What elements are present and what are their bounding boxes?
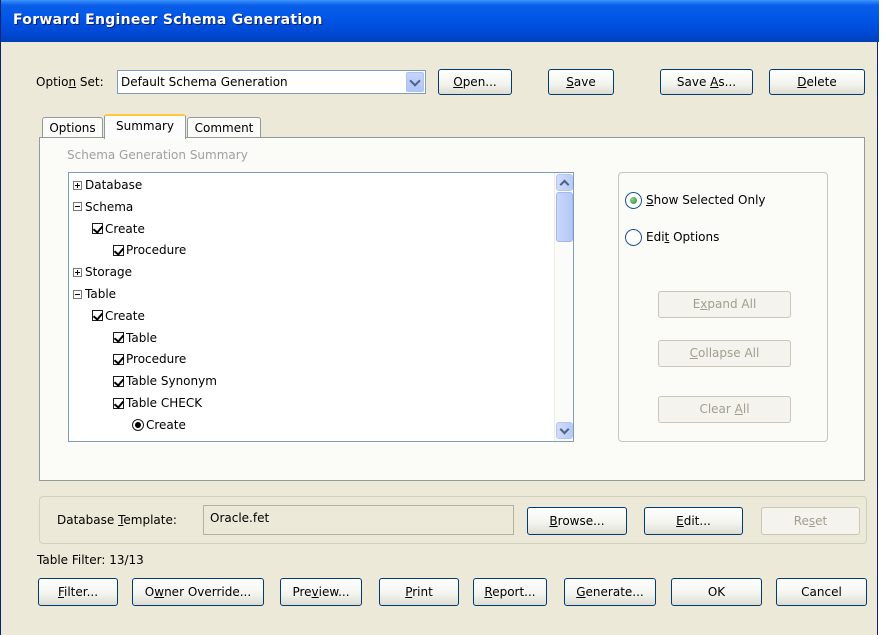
checkbox-checked-icon[interactable] [113, 397, 124, 409]
scroll-thumb[interactable] [556, 192, 573, 242]
tree-node[interactable]: Create [132, 415, 186, 435]
expand-plus-icon[interactable] [73, 180, 82, 190]
edit-template-button[interactable]: Edit... [644, 507, 743, 535]
open-button[interactable]: Open... [438, 69, 512, 95]
show-selected-only-label[interactable]: Show Selected Only [646, 193, 766, 207]
preview-button[interactable]: Preview... [280, 578, 362, 606]
database-template-field[interactable]: Oracle.fet [203, 505, 514, 535]
report-button[interactable]: Report... [473, 578, 547, 606]
tree-node-label: Create [105, 308, 145, 323]
table-filter-status: Table Filter: 13/13 [37, 553, 144, 567]
tree-node[interactable]: Storage [73, 262, 132, 282]
checkbox-checked-icon[interactable] [92, 310, 103, 322]
collapse-minus-icon[interactable] [73, 202, 82, 212]
radio-selected-icon[interactable] [132, 418, 144, 431]
tree-node[interactable]: Table [73, 284, 116, 304]
tree-node[interactable]: Create [92, 219, 145, 239]
title-bar[interactable]: Forward Engineer Schema Generation [1, 0, 879, 42]
browse-button[interactable]: Browse... [527, 507, 627, 535]
expand-all-button[interactable]: Expand All [658, 291, 791, 318]
owner-override-button[interactable]: Owner Override... [132, 578, 264, 606]
checkbox-checked-icon[interactable] [92, 223, 103, 235]
tree-node-label: Storage [85, 265, 132, 280]
tree-node-label: Schema [85, 199, 134, 214]
chevron-down-icon [559, 424, 570, 435]
tab-comment[interactable]: Comment [187, 117, 261, 139]
filter-button[interactable]: Filter... [38, 578, 118, 606]
tree-node[interactable]: Create [92, 306, 145, 326]
generate-button[interactable]: Generate... [564, 578, 656, 606]
tree-node-label: Create [146, 417, 186, 432]
checkbox-checked-icon[interactable] [113, 244, 124, 256]
summary-tree[interactable]: Database Schema Create Procedure Storage Tabl… [68, 172, 574, 442]
database-template-label: Database Template: [57, 513, 177, 527]
tree-node-label: Table [126, 330, 158, 345]
tree-node-label: Create [105, 221, 145, 236]
cancel-button[interactable]: Cancel [776, 578, 867, 606]
tree-node-label: Procedure [126, 352, 187, 367]
tree-node-label: Database [85, 178, 143, 192]
tree-node-label: Table Synonym [126, 374, 217, 389]
delete-button[interactable]: Delete [769, 69, 865, 95]
tree-node[interactable]: Procedure [113, 349, 186, 369]
collapse-all-button[interactable]: Collapse All [658, 340, 791, 367]
option-set-label: Option Set: [36, 75, 104, 89]
tree-node[interactable]: Procedure [113, 240, 186, 260]
database-template-value: Oracle.fet [210, 511, 270, 525]
scroll-up-button[interactable] [556, 174, 573, 191]
expand-plus-icon[interactable] [73, 267, 82, 277]
vertical-scrollbar[interactable] [554, 173, 573, 441]
option-set-dropdown[interactable]: Default Schema Generation [117, 70, 426, 94]
print-button[interactable]: Print [379, 578, 459, 606]
tree-node[interactable]: Schema [73, 197, 133, 217]
scroll-down-button[interactable] [556, 422, 573, 439]
tree-node[interactable]: Table [113, 328, 157, 348]
save-as-button[interactable]: Save As... [660, 69, 753, 95]
edit-options-radio[interactable] [625, 229, 642, 246]
tab-options[interactable]: Options [42, 117, 103, 139]
clear-all-button[interactable]: Clear All [658, 396, 791, 423]
ok-button[interactable]: OK [671, 578, 762, 606]
save-button[interactable]: Save [548, 69, 614, 95]
tree-node-label: Procedure [126, 243, 187, 258]
chevron-up-icon [559, 179, 570, 190]
collapse-minus-icon[interactable] [73, 289, 82, 299]
option-set-value: Default Schema Generation [121, 75, 288, 89]
show-selected-only-radio[interactable] [625, 192, 642, 209]
checkbox-checked-icon[interactable] [113, 332, 124, 344]
checkbox-checked-icon[interactable] [113, 353, 124, 365]
checkbox-checked-icon[interactable] [113, 375, 124, 387]
edit-options-label[interactable]: Edit Options [646, 230, 719, 244]
reset-button[interactable]: Reset [761, 507, 860, 535]
window-title: Forward Engineer Schema Generation [13, 12, 323, 28]
dialog-window: Forward Engineer Schema Generation Optio… [0, 0, 879, 635]
tree-node-label: Table [85, 287, 117, 301]
tab-summary[interactable]: Summary [104, 114, 186, 139]
tree-node[interactable]: Database [73, 175, 142, 195]
tree-node[interactable]: Table CHECK [113, 393, 202, 413]
tree-node-label: Table CHECK [126, 396, 203, 410]
schema-generation-summary-title: Schema Generation Summary [67, 148, 248, 162]
tree-node[interactable]: Table Synonym [113, 371, 217, 391]
chevron-down-icon[interactable] [406, 72, 424, 92]
